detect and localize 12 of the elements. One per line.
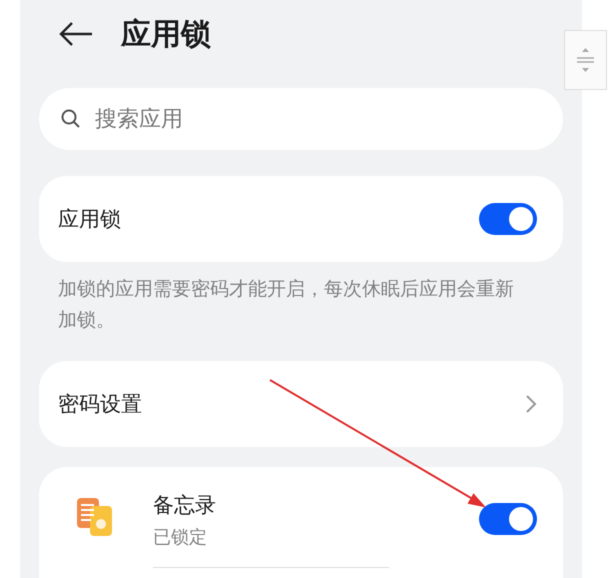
setting-label: 密码设置 <box>58 391 142 418</box>
toggle-switch[interactable] <box>479 503 537 535</box>
password-settings-item[interactable]: 密码设置 <box>39 361 563 447</box>
toggle-switch[interactable] <box>479 203 537 235</box>
app-status: 已锁定 <box>153 526 208 549</box>
app-name: 备忘录 <box>153 492 217 519</box>
description-text: 加锁的应用需要密码才能开启，每次休眠后应用会重新加锁。 <box>57 277 515 333</box>
back-icon[interactable] <box>59 21 93 47</box>
setting-label: 应用锁 <box>58 206 121 233</box>
page-title: 应用锁 <box>121 16 211 54</box>
chevron-icon <box>525 394 537 414</box>
search-field[interactable]: 搜索应用 <box>39 88 563 150</box>
